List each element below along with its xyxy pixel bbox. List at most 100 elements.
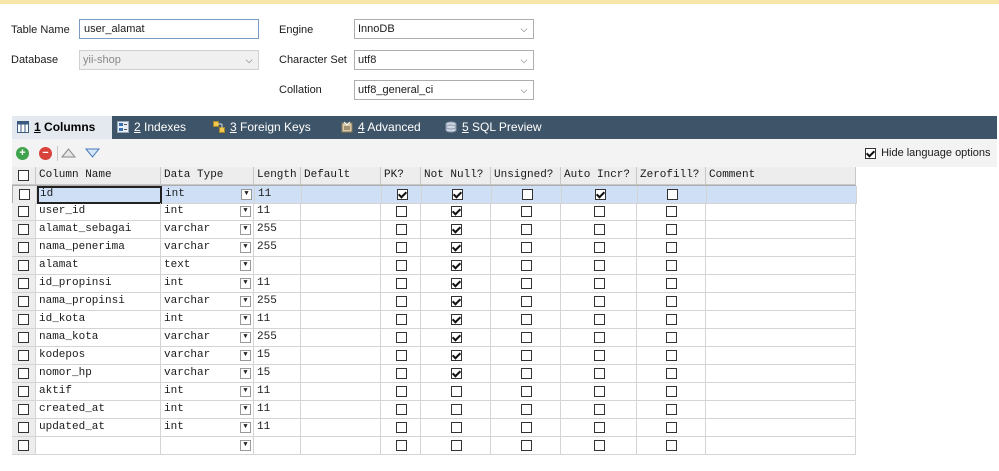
not-null-checkbox[interactable] <box>451 350 462 361</box>
pk-checkbox[interactable] <box>396 260 407 271</box>
not-null-checkbox[interactable] <box>451 386 462 397</box>
column-name-cell[interactable]: id_propinsi <box>36 275 161 293</box>
notnull-cell[interactable] <box>421 203 491 221</box>
chevron-down-icon[interactable]: ▼ <box>240 224 251 235</box>
unsigned-checkbox[interactable] <box>522 189 533 200</box>
zerofill-cell[interactable] <box>637 275 706 293</box>
chevron-down-icon[interactable]: ▼ <box>240 296 251 307</box>
length-cell[interactable]: 11 <box>254 401 301 419</box>
table-row[interactable]: created_at int ▼ 11 <box>12 401 856 419</box>
unsigned-cell[interactable] <box>492 186 562 204</box>
chevron-down-icon[interactable]: ▼ <box>240 440 251 451</box>
zerofill-checkbox[interactable] <box>666 404 677 415</box>
pk-cell[interactable] <box>381 347 421 365</box>
auto-incr-checkbox[interactable] <box>594 296 605 307</box>
auto-incr-checkbox[interactable] <box>594 278 605 289</box>
data-type-cell[interactable]: int ▼ <box>161 419 254 437</box>
length-cell[interactable] <box>254 257 301 275</box>
table-row[interactable]: id_kota int ▼ 11 <box>12 311 856 329</box>
table-row[interactable]: alamat text ▼ <box>12 257 856 275</box>
autoincr-cell[interactable] <box>561 275 637 293</box>
tab-advanced[interactable]: 4 Advanced <box>336 116 440 139</box>
comment-cell[interactable] <box>706 365 856 383</box>
data-type-cell[interactable]: int ▼ <box>161 275 254 293</box>
not-null-checkbox[interactable] <box>451 296 462 307</box>
autoincr-cell[interactable] <box>561 311 637 329</box>
autoincr-cell[interactable] <box>561 257 637 275</box>
pk-checkbox[interactable] <box>396 224 407 235</box>
pk-cell[interactable] <box>381 311 421 329</box>
not-null-checkbox[interactable] <box>451 206 462 217</box>
header-column-name[interactable]: Column Name <box>36 167 161 185</box>
data-type-cell[interactable]: varchar ▼ <box>161 347 254 365</box>
select-all-header[interactable] <box>12 167 36 185</box>
zerofill-cell[interactable] <box>637 329 706 347</box>
data-type-cell[interactable]: int ▼ <box>161 311 254 329</box>
row-select-checkbox[interactable] <box>18 404 29 415</box>
comment-cell[interactable] <box>706 293 856 311</box>
auto-incr-checkbox[interactable] <box>595 189 606 200</box>
table-row[interactable]: ▼ <box>12 437 856 455</box>
pk-cell[interactable] <box>381 293 421 311</box>
notnull-cell[interactable] <box>421 275 491 293</box>
notnull-cell[interactable] <box>421 347 491 365</box>
column-name-cell[interactable]: updated_at <box>36 419 161 437</box>
row-select-checkbox[interactable] <box>18 314 29 325</box>
comment-cell[interactable] <box>706 257 856 275</box>
pk-cell[interactable] <box>381 275 421 293</box>
auto-incr-checkbox[interactable] <box>594 332 605 343</box>
table-row[interactable]: nomor_hp varchar ▼ 15 <box>12 365 856 383</box>
notnull-cell[interactable] <box>421 311 491 329</box>
pk-checkbox[interactable] <box>396 206 407 217</box>
collation-select[interactable]: utf8_general_ci ⌵ <box>354 80 534 100</box>
unsigned-cell[interactable] <box>491 419 561 437</box>
default-cell[interactable] <box>301 401 381 419</box>
notnull-cell[interactable] <box>421 329 491 347</box>
pk-cell[interactable] <box>381 437 421 455</box>
pk-cell[interactable] <box>381 203 421 221</box>
chevron-down-icon[interactable]: ▼ <box>240 332 251 343</box>
zerofill-checkbox[interactable] <box>666 296 677 307</box>
default-cell[interactable] <box>301 275 381 293</box>
comment-cell[interactable] <box>706 311 856 329</box>
length-cell[interactable]: 11 <box>254 203 301 221</box>
row-select-cell[interactable] <box>12 383 36 401</box>
length-cell[interactable]: 15 <box>254 365 301 383</box>
default-cell[interactable] <box>301 365 381 383</box>
hide-language-checkbox[interactable] <box>865 147 876 159</box>
zerofill-checkbox[interactable] <box>666 224 677 235</box>
data-type-cell[interactable]: text ▼ <box>161 257 254 275</box>
pk-cell[interactable] <box>381 221 421 239</box>
unsigned-checkbox[interactable] <box>521 350 532 361</box>
comment-cell[interactable] <box>707 186 857 204</box>
pk-cell[interactable] <box>381 383 421 401</box>
row-select-checkbox[interactable] <box>18 332 29 343</box>
zerofill-checkbox[interactable] <box>666 422 677 433</box>
data-type-cell[interactable]: varchar ▼ <box>161 221 254 239</box>
chevron-down-icon[interactable]: ▼ <box>240 368 251 379</box>
tab-indexes[interactable]: 2 Indexes <box>112 116 208 139</box>
autoincr-cell[interactable] <box>561 365 637 383</box>
pk-checkbox[interactable] <box>396 350 407 361</box>
length-cell[interactable]: 11 <box>254 311 301 329</box>
length-cell[interactable]: 255 <box>254 221 301 239</box>
not-null-checkbox[interactable] <box>451 332 462 343</box>
notnull-cell[interactable] <box>421 365 491 383</box>
not-null-checkbox[interactable] <box>451 440 462 451</box>
autoincr-cell[interactable] <box>561 401 637 419</box>
default-cell[interactable] <box>301 257 381 275</box>
header-default[interactable]: Default <box>301 167 381 185</box>
database-select[interactable]: yii-shop ⌵ <box>79 50 259 70</box>
not-null-checkbox[interactable] <box>451 242 462 253</box>
default-cell[interactable] <box>301 293 381 311</box>
unsigned-checkbox[interactable] <box>521 404 532 415</box>
comment-cell[interactable] <box>706 203 856 221</box>
table-row[interactable]: nama_propinsi varchar ▼ 255 <box>12 293 856 311</box>
pk-checkbox[interactable] <box>396 386 407 397</box>
data-type-cell[interactable]: int ▼ <box>161 401 254 419</box>
auto-incr-checkbox[interactable] <box>594 404 605 415</box>
zerofill-checkbox[interactable] <box>666 386 677 397</box>
chevron-down-icon[interactable]: ▼ <box>240 422 251 433</box>
column-name-cell[interactable]: created_at <box>36 401 161 419</box>
notnull-cell[interactable] <box>421 293 491 311</box>
